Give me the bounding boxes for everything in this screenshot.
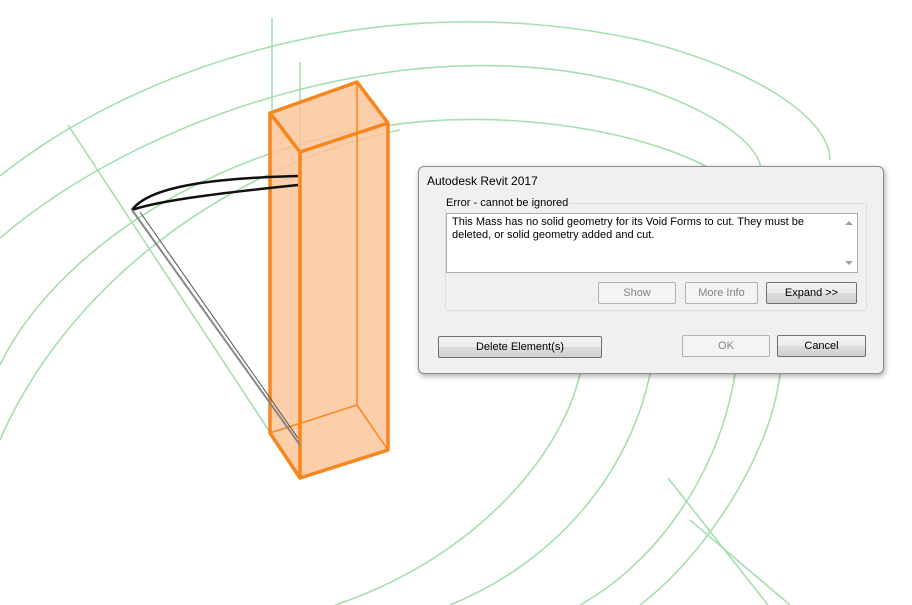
error-dialog: Autodesk Revit 2017 Error - cannot be ig… (418, 166, 884, 374)
show-button[interactable]: Show (598, 282, 676, 304)
scroll-up-icon[interactable] (845, 221, 853, 225)
expand-button[interactable]: Expand >> (766, 282, 857, 304)
ok-button[interactable]: OK (682, 335, 770, 357)
error-message-text: This Mass has no solid geometry for its … (452, 216, 804, 241)
cancel-button[interactable]: Cancel (777, 335, 866, 357)
mass-box (268, 80, 390, 480)
dialog-title: Autodesk Revit 2017 (427, 174, 538, 188)
error-message-box[interactable]: This Mass has no solid geometry for its … (446, 213, 858, 273)
message-scrollbar[interactable] (841, 214, 857, 272)
scroll-down-icon[interactable] (845, 261, 853, 265)
delete-elements-button[interactable]: Delete Element(s) (438, 336, 602, 358)
error-group-label: Error - cannot be ignored (445, 197, 570, 209)
more-info-button[interactable]: More Info (685, 282, 758, 304)
